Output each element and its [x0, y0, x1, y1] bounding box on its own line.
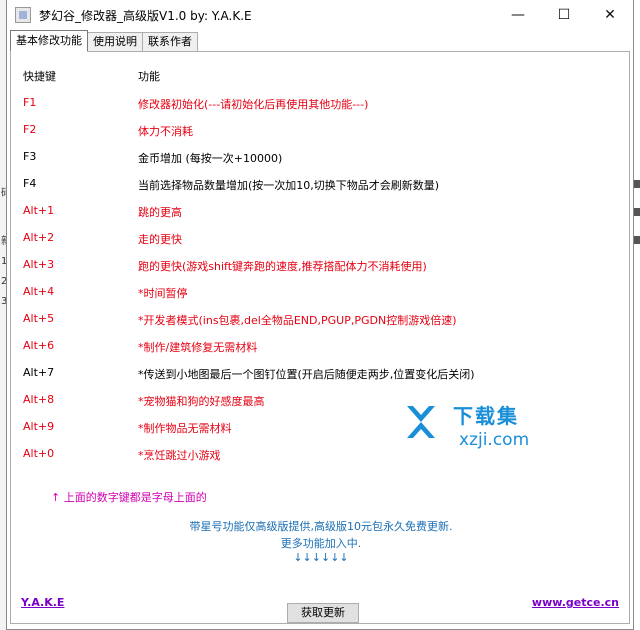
hotkey-label: F2	[23, 123, 37, 136]
hotkey-row: F4 当前选择物品数量增加(按一次加10,切换下物品才会刷新数量)	[23, 177, 613, 193]
minimize-button[interactable]: —	[495, 0, 541, 30]
hotkey-label: Alt+8	[23, 393, 55, 406]
tab-basic-functions[interactable]: 基本修改功能	[10, 30, 88, 52]
tab-panel: 快捷键 功能 F1 修改器初始化(---请初始化后再使用其他功能---) F2 …	[10, 51, 630, 624]
window-title: 梦幻谷_修改器_高级版V1.0 by: Y.A.K.E	[39, 8, 252, 23]
function-label: *制作/建筑修复无需材料	[138, 341, 258, 354]
function-label: 当前选择物品数量增加(按一次加10,切换下物品才会刷新数量)	[138, 179, 440, 192]
hotkey-row: Alt+3 跑的更快(游戏shift键奔跑的速度,推荐搭配体力不消耗使用)	[23, 258, 613, 274]
hotkey-label: F4	[23, 177, 37, 190]
window-controls: — ☐ ✕	[495, 0, 633, 30]
tab-bar: 基本修改功能 使用说明 联系作者	[10, 30, 198, 52]
hotkey-label: Alt+0	[23, 447, 55, 460]
download-logo-icon	[407, 406, 435, 438]
watermark-title: 下载集	[453, 404, 519, 428]
hotkey-label: F1	[23, 96, 37, 109]
hotkey-row: Alt+1 跳的更高	[23, 204, 613, 220]
hotkey-label: Alt+5	[23, 312, 55, 325]
info-line: 带星号功能仅高级版提供,高级版10元包永久免费更新.	[189, 520, 453, 533]
hotkey-label: Alt+9	[23, 420, 55, 433]
number-key-note: ↑ 上面的数字键都是字母上面的	[51, 491, 207, 504]
close-button[interactable]: ✕	[587, 0, 633, 30]
hotkey-label: Alt+2	[23, 231, 55, 244]
info-arrows: ↓↓↓↓↓↓	[293, 551, 349, 564]
website-link[interactable]: www.getce.cn	[532, 596, 619, 609]
function-label: *烹饪跳过小游戏	[138, 449, 221, 462]
function-label: 体力不消耗	[138, 125, 193, 138]
author-link[interactable]: Y.A.K.E	[21, 596, 64, 609]
function-label: *宠物猫和狗的好感度最高	[138, 395, 265, 408]
info-line: 更多功能加入中.	[280, 537, 362, 550]
hotkey-row: F2 体力不消耗	[23, 123, 613, 139]
header-function: 功能	[138, 70, 160, 83]
hotkey-label: Alt+3	[23, 258, 55, 271]
hotkey-row: Alt+4 *时间暂停	[23, 285, 613, 301]
function-label: 跑的更快(游戏shift键奔跑的速度,推荐搭配体力不消耗使用)	[138, 260, 427, 273]
table-header: 快捷键 功能	[23, 68, 583, 84]
hotkey-label: F3	[23, 150, 37, 163]
header-hotkey: 快捷键	[23, 70, 56, 83]
function-label: *制作物品无需材料	[138, 422, 232, 435]
hotkey-row: F1 修改器初始化(---请初始化后再使用其他功能---)	[23, 96, 613, 112]
hotkey-row: Alt+2 走的更快	[23, 231, 613, 247]
hotkey-row: F3 金币增加 (每按一次+10000)	[23, 150, 613, 166]
function-label: 走的更快	[138, 233, 182, 246]
function-label: 修改器初始化(---请初始化后再使用其他功能---)	[138, 98, 369, 111]
tab-contact-author[interactable]: 联系作者	[142, 32, 198, 52]
hotkey-row: Alt+5 *开发者模式(ins包裹,del全物品END,PGUP,PGDN控制…	[23, 312, 613, 328]
hotkey-label: Alt+1	[23, 204, 55, 217]
hotkey-label: Alt+4	[23, 285, 55, 298]
title-bar[interactable]: 梦幻谷_修改器_高级版V1.0 by: Y.A.K.E — ☐ ✕	[7, 0, 633, 30]
function-label: *传送到小地图最后一个图钉位置(开启后随便走两步,位置变化后关闭)	[138, 368, 475, 381]
function-label: 金币增加 (每按一次+10000)	[138, 152, 283, 165]
trainer-window: 梦幻谷_修改器_高级版V1.0 by: Y.A.K.E — ☐ ✕ 基本修改功能…	[6, 0, 634, 630]
hotkey-label: Alt+6	[23, 339, 55, 352]
hotkey-label: Alt+7	[23, 366, 55, 379]
tab-instructions[interactable]: 使用说明	[87, 32, 143, 52]
function-label: *时间暂停	[138, 287, 188, 300]
hotkey-row: Alt+7 *传送到小地图最后一个图钉位置(开启后随便走两步,位置变化后关闭)	[23, 366, 613, 382]
function-label: 跳的更高	[138, 206, 182, 219]
function-label: *开发者模式(ins包裹,del全物品END,PGUP,PGDN控制游戏倍速)	[138, 314, 457, 327]
watermark: 下载集 xzji.com	[401, 398, 551, 458]
get-update-button[interactable]: 获取更新	[287, 603, 359, 623]
app-icon	[15, 7, 31, 23]
maximize-button[interactable]: ☐	[541, 0, 587, 30]
watermark-domain: xzji.com	[459, 430, 530, 450]
hotkey-row: Alt+6 *制作/建筑修复无需材料	[23, 339, 613, 355]
